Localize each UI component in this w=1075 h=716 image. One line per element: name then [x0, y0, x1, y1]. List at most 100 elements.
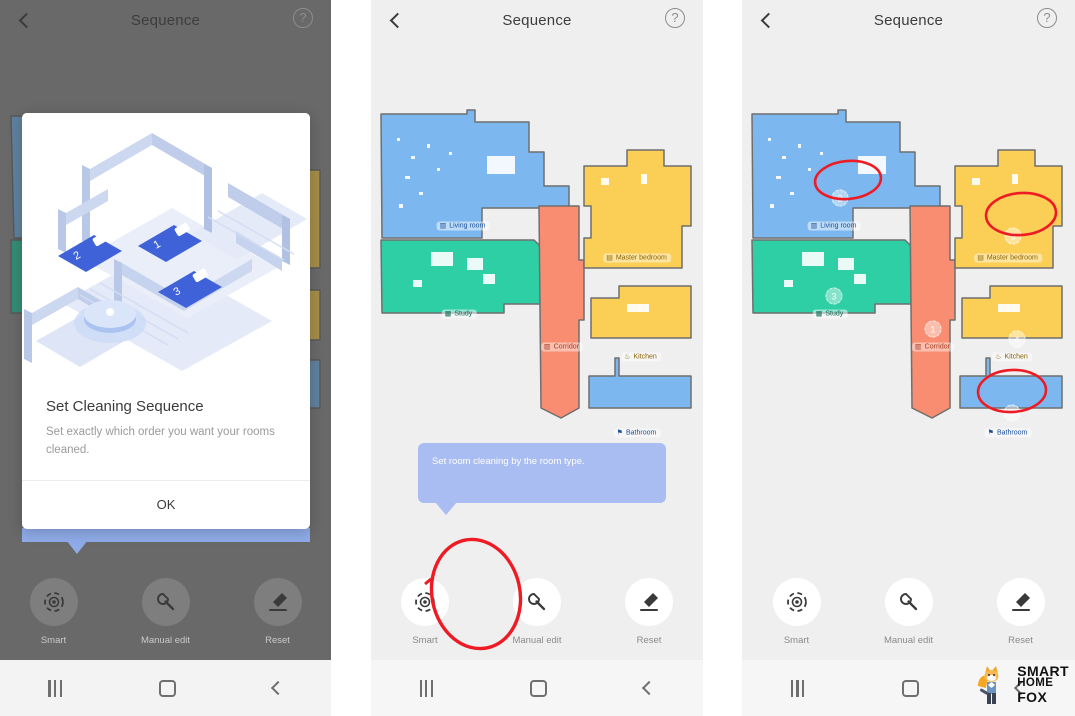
android-navbar-1: [0, 660, 331, 716]
back-button[interactable]: [385, 8, 409, 32]
room-label-text: Bathroom: [625, 429, 657, 437]
help-button[interactable]: ?: [665, 8, 689, 32]
dialog-ok-button[interactable]: OK: [22, 481, 310, 529]
screenshot-root: Sequence ? 1 2 3 Set Cleaning Sequence S…: [0, 0, 1075, 716]
smart-tooltip: Set room cleaning by the room type.: [418, 443, 666, 515]
header-2: Sequence ?: [371, 0, 703, 40]
header-3: Sequence ?: [742, 0, 1075, 40]
room-label[interactable]: ⚑ Bathroom: [613, 428, 661, 438]
study-badge[interactable]: 3: [825, 287, 843, 305]
help-button[interactable]: ?: [1037, 8, 1061, 32]
room-label[interactable]: ▦ Study: [812, 309, 848, 319]
watermark-text: SMART HOME FOX: [1017, 662, 1069, 705]
isometric-floorplan-illustration: 1 2 3: [22, 113, 310, 380]
room-label[interactable]: ▥ Corridor: [541, 342, 583, 352]
reset-tool-button[interactable]: Reset: [242, 578, 314, 646]
reset-tool-label: Reset: [265, 635, 290, 646]
wrench-icon: [141, 578, 190, 626]
smart-tool-button[interactable]: Smart: [389, 578, 461, 646]
fox-mascot-icon: [978, 666, 999, 704]
home-icon[interactable]: [901, 679, 919, 697]
help-button[interactable]: ?: [293, 8, 317, 32]
sofa-icon: ▥: [439, 222, 447, 230]
tooltip-text: Set room cleaning by the room type.: [432, 456, 585, 467]
living-room-badge[interactable]: 2: [831, 189, 849, 207]
wrench-icon: [884, 578, 933, 626]
back-button[interactable]: [14, 8, 38, 32]
room-label[interactable]: ▥ Corridor: [912, 342, 954, 352]
map-container-2[interactable]: ▥ Living room ▤ Master bedroom ▦ Study ▥ Cor…: [371, 40, 703, 660]
home-icon[interactable]: [530, 679, 548, 697]
room-label[interactable]: ♨ Kitchen: [621, 352, 661, 362]
app-screen-1: Sequence ? 1 2 3 Set Cleaning Sequence S…: [0, 0, 331, 660]
bathroom-badge[interactable]: 6: [1003, 404, 1021, 422]
tooltip-arrow: [66, 540, 88, 554]
manual-edit-tool-button[interactable]: Manual edit: [130, 578, 202, 646]
smart-tool-label: Smart: [783, 635, 810, 646]
page-title: Sequence: [502, 11, 572, 29]
shower-icon: ⚑: [616, 429, 623, 437]
reset-tool-label: Reset: [636, 635, 662, 646]
back-icon[interactable]: [270, 680, 285, 696]
eraser-icon: [996, 578, 1045, 626]
master-bedroom-badge[interactable]: 5: [1004, 227, 1022, 245]
wrench-icon: [513, 578, 561, 626]
room-label[interactable]: ▥ Living room: [436, 221, 490, 231]
manual-edit-tool-button[interactable]: Manual edit: [873, 578, 945, 646]
recents-icon[interactable]: [48, 679, 62, 697]
home-icon[interactable]: [158, 679, 176, 697]
reset-tool-button[interactable]: Reset: [613, 578, 685, 646]
room-label[interactable]: ▥ Living room: [807, 221, 861, 231]
manual-edit-tool-label: Manual edit: [140, 635, 191, 646]
room-label-text: Master bedroom: [615, 254, 667, 262]
room-label[interactable]: ▤ Master bedroom: [974, 253, 1042, 263]
dialog-illustration: 1 2 3: [22, 113, 310, 380]
watermark-line-1: SMART: [1017, 662, 1069, 679]
room-label-text: Kitchen: [633, 353, 657, 361]
room-label[interactable]: ▤ Master bedroom: [603, 253, 671, 263]
bed-icon: ▤: [977, 254, 984, 262]
floor-map-svg-3[interactable]: [750, 108, 1066, 428]
phone-panel-1: Sequence ? 1 2 3 Set Cleaning Sequence S…: [0, 0, 331, 716]
room-label[interactable]: ♨ Kitchen: [992, 352, 1032, 362]
app-screen-2: Sequence ? ▥ Living room ▤ Master bedroo…: [371, 0, 703, 660]
smart-tool-button[interactable]: Smart: [761, 578, 833, 646]
room-label-text: Bathroom: [996, 429, 1028, 437]
chevron-left-icon: [18, 12, 34, 28]
phone-panel-3: Sequence ? 2 5 3 1 4 6 ▥ Living room ▤ M…: [742, 0, 1075, 716]
shower-icon: ⚑: [987, 429, 994, 437]
room-label[interactable]: ▦ Study: [441, 309, 477, 319]
chevron-left-icon: [389, 12, 405, 28]
kitchen-badge[interactable]: 4: [1008, 330, 1026, 348]
map-container-3[interactable]: 2 5 3 1 4 6 ▥ Living room ▤ Master bedroom…: [742, 40, 1075, 660]
bed-icon: ▤: [606, 254, 613, 262]
reset-tool-button[interactable]: Reset: [985, 578, 1057, 646]
back-icon[interactable]: [642, 680, 657, 696]
smart-tool-button[interactable]: Smart: [18, 578, 90, 646]
room-label-text: Study: [825, 310, 844, 318]
bottom-toolbar-1: Smart Manual edit Reset: [0, 578, 331, 646]
room-label-text: Living room: [449, 222, 486, 230]
sofa-icon: ▥: [810, 222, 818, 230]
bottom-toolbar-2: Smart Manual edit Reset: [371, 578, 703, 646]
eraser-icon: [253, 578, 302, 626]
smart-tool-label: Smart: [412, 635, 438, 646]
floor-map-svg-2[interactable]: [379, 108, 695, 428]
android-navbar-2: [371, 660, 703, 716]
room-label-text: Corridor: [924, 343, 950, 351]
manual-edit-tool-button[interactable]: Manual edit: [501, 578, 573, 646]
smart-tool-label: Smart: [40, 635, 67, 646]
dialog-body: Set exactly which order you want your ro…: [46, 426, 275, 456]
room-label[interactable]: ⚑ Bathroom: [984, 428, 1032, 438]
tooltip-tail: [435, 502, 457, 515]
app-screen-3: Sequence ? 2 5 3 1 4 6 ▥ Living room ▤ M…: [742, 0, 1075, 660]
back-button[interactable]: [756, 8, 780, 32]
corridor-icon: ▥: [915, 343, 922, 351]
page-title: Sequence: [130, 11, 201, 29]
smart-target-icon: [401, 578, 449, 626]
corridor-badge[interactable]: 1: [924, 320, 942, 338]
phone-panel-2: Sequence ? ▥ Living room ▤ Master bedroo…: [371, 0, 703, 716]
recents-icon[interactable]: [419, 679, 434, 697]
set-cleaning-sequence-dialog: 1 2 3 Set Cleaning Sequence Set exactly …: [22, 113, 310, 529]
recents-icon[interactable]: [790, 679, 805, 697]
